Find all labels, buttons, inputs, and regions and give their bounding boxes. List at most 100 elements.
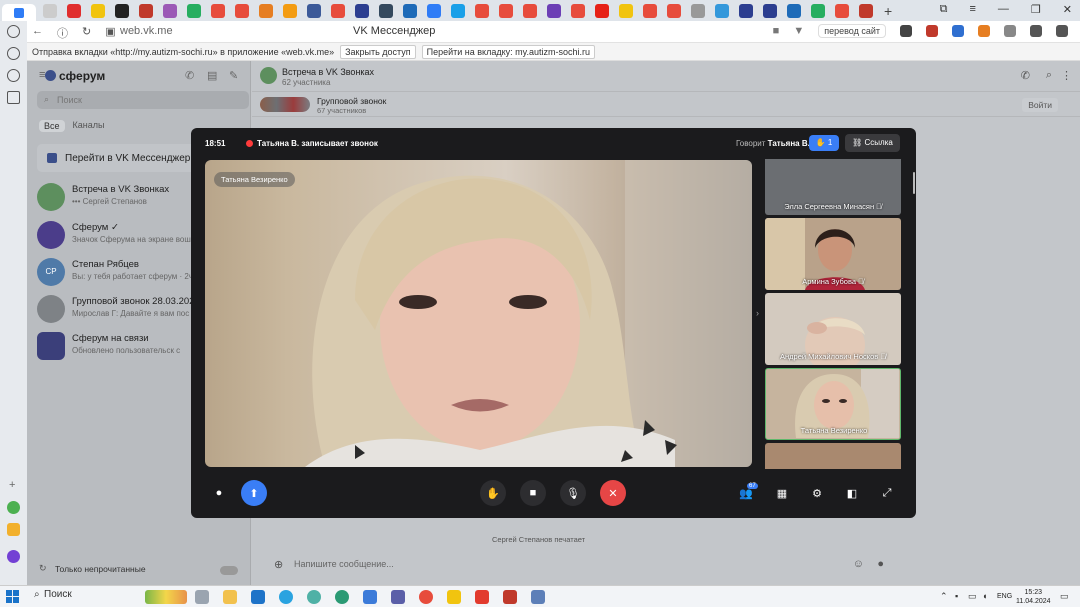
app-icon[interactable]	[307, 590, 321, 604]
tab-icon[interactable]	[571, 3, 585, 18]
tab-icon[interactable]	[379, 3, 393, 18]
app-icon[interactable]	[7, 501, 20, 514]
info-icon[interactable]: ⓘ	[57, 25, 68, 41]
tab-all[interactable]: Все	[39, 120, 65, 132]
download-icon[interactable]	[1056, 25, 1068, 37]
tab-icon[interactable]	[619, 3, 633, 18]
attach-icon[interactable]: ⊕	[274, 558, 283, 571]
extension-icon[interactable]	[952, 25, 964, 37]
participant-tile[interactable]	[765, 443, 901, 469]
tab-icon[interactable]	[523, 3, 537, 18]
tab-icon[interactable]	[211, 3, 225, 18]
unread-only-toggle[interactable]	[220, 566, 238, 575]
compose-icon[interactable]: ✎	[229, 69, 238, 82]
close-access-button[interactable]: Закрыть доступ	[340, 44, 416, 59]
go-to-tab-button[interactable]: Перейти на вкладку: my.autizm-sochi.ru	[421, 44, 595, 59]
taskbar-clock[interactable]: 15:23 11.04.2024	[1016, 588, 1051, 606]
keyboard-language[interactable]: ENG	[997, 593, 1012, 600]
tab-icon[interactable]	[691, 3, 705, 18]
tab-icon[interactable]	[235, 3, 249, 18]
main-video[interactable]: Татьяна Везиренко	[205, 160, 752, 467]
edge-icon[interactable]	[335, 590, 349, 604]
notifications-icon[interactable]: ▭	[1060, 591, 1069, 602]
app-icon[interactable]	[531, 590, 545, 604]
message-input[interactable]: Напишите сообщение...	[294, 559, 394, 569]
tab-channels[interactable]: Каналы	[73, 120, 105, 132]
archive-icon[interactable]: ▤	[207, 69, 217, 82]
taskbar-search[interactable]: ⌕ Поиск	[30, 589, 72, 600]
reload-icon[interactable]: ↻	[82, 25, 91, 41]
tab-icon[interactable]	[667, 3, 681, 18]
tiles-scrollbar[interactable]	[913, 172, 915, 194]
raised-hands-button[interactable]: ✋ 1	[809, 135, 839, 151]
tab-icon[interactable]	[715, 3, 729, 18]
tray-chevron-icon[interactable]: ⌃	[940, 591, 948, 602]
active-tab[interactable]	[2, 4, 36, 21]
tab-icon[interactable]	[259, 3, 273, 18]
tab-icon[interactable]	[547, 3, 561, 18]
mic-icon[interactable]: ●	[877, 558, 884, 570]
settings-button[interactable]: ⚙	[804, 480, 830, 506]
tabs-menu-icon[interactable]: ⧉	[940, 3, 948, 16]
tab-icon[interactable]	[451, 3, 465, 18]
file-explorer-icon[interactable]	[223, 590, 237, 604]
tab-icon[interactable]	[643, 3, 657, 18]
tab-icon[interactable]	[595, 3, 609, 18]
media-icon[interactable]	[7, 91, 20, 104]
translate-button[interactable]: перевод сайт	[818, 24, 886, 38]
app-icon[interactable]	[391, 590, 405, 604]
tab-icon[interactable]	[163, 3, 177, 18]
tab-icon[interactable]	[475, 3, 489, 18]
back-icon[interactable]: ←	[32, 25, 43, 41]
tab-icon[interactable]	[115, 3, 129, 18]
yandex-icon[interactable]	[419, 590, 433, 604]
screen-share-button[interactable]: ⬆	[241, 480, 267, 506]
yandex-browser-icon[interactable]	[475, 590, 489, 604]
microphone-button[interactable]: 🎙	[560, 480, 586, 506]
app-icon[interactable]	[7, 523, 20, 536]
chat-button[interactable]: ●	[206, 480, 232, 506]
extension-icon[interactable]	[978, 25, 990, 37]
minimize-icon[interactable]: —	[998, 3, 1009, 16]
chevron-right-icon[interactable]: ›	[756, 308, 759, 318]
tab-icon[interactable]	[859, 3, 873, 18]
telegram-icon[interactable]	[279, 590, 293, 604]
tab-icon[interactable]	[43, 3, 57, 18]
history-icon[interactable]	[7, 25, 20, 38]
extension-icon[interactable]	[926, 25, 938, 37]
emoji-icon[interactable]: ☺	[853, 558, 864, 570]
camera-icon[interactable]: ■	[773, 25, 780, 37]
windows-start-icon[interactable]	[6, 590, 19, 603]
tab-icon[interactable]	[67, 3, 81, 18]
mail-icon[interactable]	[251, 590, 265, 604]
app-icon[interactable]	[503, 590, 517, 604]
fullscreen-button[interactable]: ⤢	[874, 480, 900, 506]
tab-icon[interactable]	[139, 3, 153, 18]
search-icon[interactable]: ⌕	[1046, 69, 1052, 82]
bookmark-icon[interactable]: ▼	[793, 25, 804, 37]
tab-icon[interactable]	[307, 3, 321, 18]
pip-button[interactable]: ◧	[839, 480, 865, 506]
phone-icon[interactable]: ✆	[1021, 69, 1030, 82]
play-icon[interactable]	[7, 69, 20, 82]
puzzle-icon[interactable]	[1004, 25, 1016, 37]
network-icon[interactable]: ▭	[968, 591, 977, 602]
extension-icon[interactable]	[900, 25, 912, 37]
tab-icon[interactable]	[355, 3, 369, 18]
call-icon[interactable]: ✆	[185, 69, 194, 82]
copy-link-button[interactable]: ⛓ Ссылка	[845, 134, 900, 152]
join-call-button[interactable]: Войти	[1022, 98, 1058, 112]
extension-icon[interactable]	[1030, 25, 1042, 37]
new-tab-icon[interactable]: +	[884, 3, 892, 19]
tab-icon[interactable]	[787, 3, 801, 18]
tab-icon[interactable]	[835, 3, 849, 18]
participant-tile[interactable]: Элла Сергеевна Минасян 🎙̸	[765, 159, 901, 215]
menu-icon[interactable]: ≡	[969, 3, 975, 16]
app-icon[interactable]	[7, 550, 20, 563]
raise-hand-button[interactable]: ✋	[480, 480, 506, 506]
tab-icon[interactable]	[187, 3, 201, 18]
url-field[interactable]: web.vk.me	[120, 25, 173, 37]
grid-view-button[interactable]: ▦	[769, 480, 795, 506]
search-input[interactable]: Поиск	[37, 91, 249, 109]
tab-icon[interactable]	[331, 3, 345, 18]
